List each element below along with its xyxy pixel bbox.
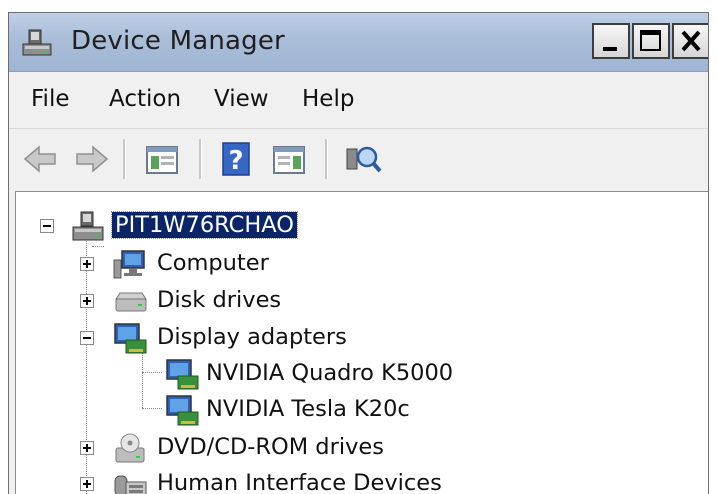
menu-action[interactable]: Action — [109, 86, 181, 112]
dvd-drive-icon — [115, 433, 145, 463]
scan-hardware-icon[interactable] — [343, 139, 383, 179]
hid-icon — [114, 475, 147, 494]
back-arrow-icon[interactable] — [21, 139, 61, 179]
collapse-toggle[interactable] — [40, 219, 54, 233]
minimize-button[interactable] — [592, 23, 630, 59]
device-manager-window: Device Manager File Action View Help ? P… — [8, 12, 709, 494]
category-label[interactable]: Display adapters — [157, 324, 347, 350]
maximize-button[interactable] — [632, 23, 670, 59]
device-manager-app-icon — [22, 29, 52, 56]
device-label[interactable]: NVIDIA Tesla K20c — [206, 396, 410, 422]
minimize-icon — [603, 47, 617, 51]
tree-item-disk-drives[interactable]: Disk drives — [16, 285, 416, 321]
title-bar[interactable]: Device Manager — [9, 13, 708, 72]
help-icon[interactable]: ? — [217, 139, 257, 179]
disk-drive-icon — [115, 292, 147, 312]
display-adapter-icon — [166, 395, 199, 426]
svg-text:?: ? — [228, 146, 243, 176]
tree-item-display-adapters[interactable]: Display adapters — [16, 322, 416, 358]
tree-item-device[interactable]: NVIDIA Quadro K5000 — [16, 358, 516, 394]
console-tree-icon[interactable] — [142, 139, 182, 179]
tree-item-device[interactable]: NVIDIA Tesla K20c — [16, 394, 516, 430]
close-button[interactable] — [672, 23, 708, 59]
display-adapter-icon — [166, 359, 199, 390]
device-tree[interactable]: PIT1W76RCHAO Computer Disk drives Displa… — [15, 191, 708, 494]
device-label[interactable]: NVIDIA Quadro K5000 — [206, 360, 453, 386]
menu-help[interactable]: Help — [302, 86, 354, 112]
menu-view[interactable]: View — [214, 86, 269, 112]
root-label[interactable]: PIT1W76RCHAO — [111, 211, 298, 239]
expand-toggle[interactable] — [80, 257, 94, 271]
tree-root[interactable]: PIT1W76RCHAO — [16, 210, 416, 246]
category-label[interactable]: Human Interface Devices — [157, 470, 442, 494]
computer-icon — [113, 250, 145, 279]
collapse-toggle[interactable] — [80, 331, 94, 345]
tree-item-hid[interactable]: Human Interface Devices — [16, 468, 442, 494]
tree-connector — [92, 246, 104, 247]
window-title: Device Manager — [71, 26, 285, 56]
tree-item-dvd-drives[interactable]: DVD/CD-ROM drives — [16, 432, 416, 468]
menu-bar: File Action View Help — [9, 72, 708, 129]
toolbar: ? — [9, 129, 708, 191]
display-adapter-icon — [114, 323, 147, 354]
menu-file[interactable]: File — [31, 86, 70, 112]
expand-toggle[interactable] — [80, 294, 94, 308]
expand-toggle[interactable] — [80, 477, 94, 491]
close-icon — [681, 30, 701, 52]
toolbar-separator — [123, 139, 126, 179]
category-label[interactable]: DVD/CD-ROM drives — [157, 434, 384, 460]
tree-item-computer[interactable]: Computer — [16, 248, 416, 284]
maximize-icon — [640, 30, 661, 51]
toolbar-separator — [199, 139, 202, 179]
computer-host-icon — [72, 211, 104, 241]
category-label[interactable]: Computer — [157, 250, 269, 276]
expand-toggle[interactable] — [80, 441, 94, 455]
category-label[interactable]: Disk drives — [157, 287, 281, 313]
toolbar-separator — [325, 139, 328, 179]
forward-arrow-icon[interactable] — [71, 139, 111, 179]
properties-icon[interactable] — [269, 139, 309, 179]
